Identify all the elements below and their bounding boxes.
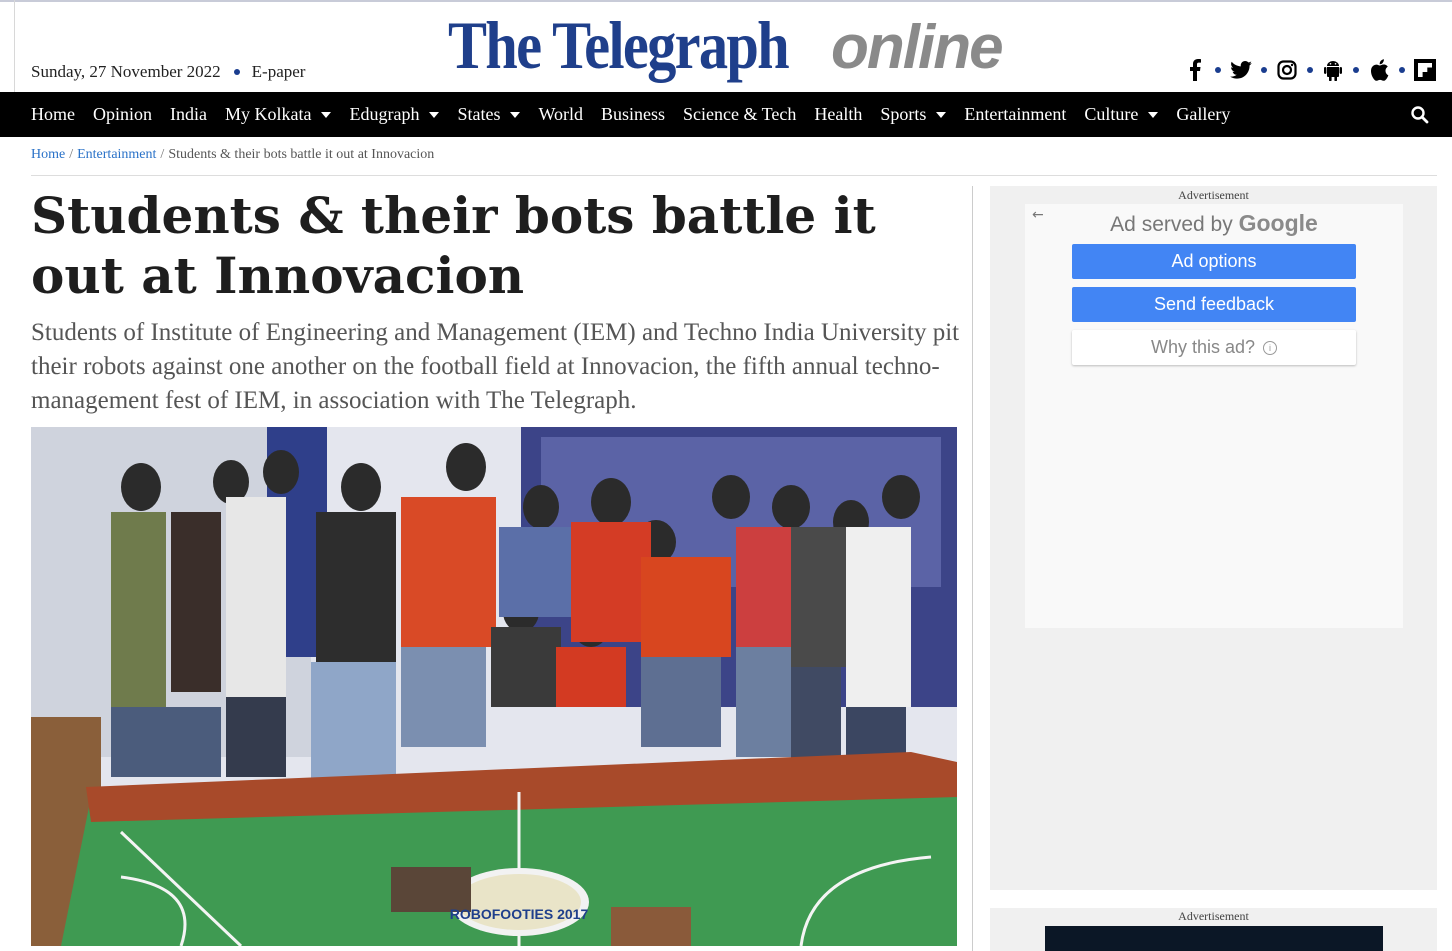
social-separator [1261,67,1267,73]
facebook-icon[interactable] [1184,58,1206,82]
social-separator [1399,67,1405,73]
photo-illustration: ROBOFOOTIES 2017 [31,427,957,946]
breadcrumb-home[interactable]: Home [31,147,65,162]
current-date: Sunday, 27 November 2022 [31,62,221,81]
nav-item-label: Business [601,104,666,124]
nav-item-business[interactable]: Business [601,104,665,125]
caret-down-icon [321,111,332,118]
caret-down-icon [1148,111,1159,118]
ad-options-button[interactable]: Ad options [1072,244,1356,279]
nav-item-states[interactable]: States [457,104,521,125]
nav-item-label: Entertainment [964,104,1067,124]
article-standfirst: Students of Institute of Engineering and… [31,319,960,414]
why-this-ad-button[interactable]: Why this ad? i [1072,330,1356,365]
nav-item-entertainment[interactable]: Entertainment [964,104,1066,125]
google-logo-text: Google [1238,210,1318,236]
nav-item-sports[interactable]: Sports [880,104,947,125]
logo-secondary: online [831,13,1004,82]
nav-item-science-tech[interactable]: Science & Tech [683,104,796,125]
article-headline: Students & their bots battle it out at I… [31,186,876,305]
nav-item-india[interactable]: India [170,104,207,125]
social-links [1184,58,1436,82]
article-photo[interactable]: ROBOFOOTIES 2017 [31,427,957,946]
advertisement-label-2: Advertisement [1178,909,1249,923]
caret-down-icon [510,111,521,118]
ad-served-by: Ad served by Google [1025,210,1403,237]
breadcrumb: Home / Entertainment / Students & their bots… [31,147,434,163]
date-line: Sunday, 27 November 2022 E-paper [31,62,305,82]
logo-primary: The Telegraph [448,7,790,83]
epaper-link[interactable]: E-paper [252,62,306,82]
nav-item-label: Opinion [93,104,153,124]
android-icon[interactable] [1322,58,1344,82]
nav-list: Home Opinion India My Kolkata Edugraph States… [31,92,1248,137]
nav-item-my-kolkata[interactable]: My Kolkata [225,104,332,125]
nav-item-label: Sports [880,104,927,124]
nav-item-label: My Kolkata [225,104,312,124]
caret-down-icon [936,111,947,118]
advertisement-slot-2: Advertisement [990,908,1437,951]
breadcrumb-current: Students & their bots battle it out at I… [168,147,435,162]
nav-item-label: India [170,104,207,124]
advertisement-label: Advertisement [1178,188,1249,202]
info-icon: i [1263,340,1278,355]
nav-item-label: Health [814,104,863,124]
flipboard-icon[interactable] [1414,58,1436,82]
ad-served-by-text: Ad served by [1110,213,1233,236]
nav-item-world[interactable]: World [538,104,583,125]
nav-item-edugraph[interactable]: Edugraph [349,104,440,125]
send-feedback-button[interactable]: Send feedback [1072,287,1356,322]
nav-item-label: Gallery [1176,104,1231,124]
nav-item-label: World [538,104,584,124]
twitter-icon[interactable] [1230,58,1252,82]
search-icon[interactable] [1410,105,1430,125]
ad-creative[interactable] [1045,926,1383,951]
nav-item-opinion[interactable]: Opinion [93,104,152,125]
main-nav: Home Opinion India My Kolkata Edugraph States… [0,92,1452,137]
breadcrumb-divider [31,175,1437,176]
photo-caption-text: ROBOFOOTIES 2017 [450,906,589,922]
caret-down-icon [429,111,440,118]
nav-item-label: Home [31,104,75,124]
nav-item-health[interactable]: Health [814,104,862,125]
social-separator [1215,67,1221,73]
nav-item-gallery[interactable]: Gallery [1176,104,1230,125]
nav-item-culture[interactable]: Culture [1084,104,1159,125]
nav-item-label: Edugraph [349,104,420,124]
instagram-icon[interactable] [1276,58,1298,82]
why-this-ad-label: Why this ad? [1150,337,1256,357]
site-logo[interactable]: The Telegraph online [448,6,1004,86]
nav-item-label: Culture [1084,104,1139,124]
breadcrumb-section[interactable]: Entertainment [77,147,156,162]
nav-item-home[interactable]: Home [31,104,75,125]
top-border [0,0,1452,2]
nav-item-label: States [457,104,501,124]
breadcrumb-separator: / [69,147,74,162]
column-divider [972,186,973,951]
google-ad-panel: ← Ad served by Google Ad options Send fe… [1025,204,1403,628]
advertisement-slot: Advertisement ← Ad served by Google Ad o… [990,186,1437,890]
apple-icon[interactable] [1368,58,1390,82]
social-separator [1307,67,1313,73]
separator-dot [233,69,240,75]
left-border [14,0,15,92]
nav-item-label: Science & Tech [683,104,797,124]
breadcrumb-separator: / [160,147,165,162]
social-separator [1353,67,1359,73]
